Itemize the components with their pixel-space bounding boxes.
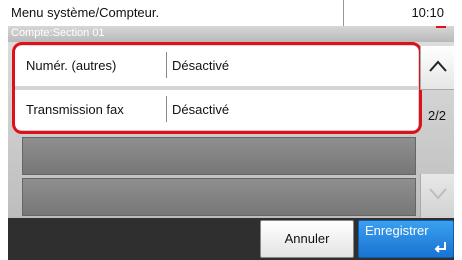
save-button[interactable]: Enregistrer (358, 220, 454, 258)
breadcrumb: Compte:Section 01 (11, 27, 105, 39)
scroll-down-button[interactable] (420, 174, 454, 218)
settings-list: Numér. (autres) Désactivé Transmission f… (8, 42, 454, 218)
page-indicator: 2/2 (427, 108, 447, 123)
list-item-numer-autres[interactable]: Numér. (autres) Désactivé (14, 46, 418, 86)
cancel-button-label: Annuler (284, 231, 330, 246)
chevron-up-icon (429, 60, 447, 72)
clock: 10:10 (411, 5, 444, 20)
title-bar: Menu système/Compteur. (8, 0, 344, 26)
list-item-transmission-fax[interactable]: Transmission fax Désactivé (14, 90, 418, 130)
chevron-down-icon (429, 188, 447, 200)
page-title: Menu système/Compteur. (11, 5, 160, 20)
breadcrumb-bar: Compte:Section 01 (8, 26, 454, 42)
cancel-button[interactable]: Annuler (260, 220, 354, 258)
callout-marker (436, 26, 446, 28)
clock-bar: 10:10 (344, 0, 454, 26)
save-button-label: Enregistrer (365, 223, 429, 238)
divider (166, 52, 167, 78)
list-item-label: Numér. (autres) (26, 58, 117, 73)
list-item-value: Désactivé (172, 102, 230, 117)
scroll-column: 2/2 (420, 46, 454, 218)
empty-list-slot (22, 137, 416, 175)
header: Menu système/Compteur. 10:10 Compte:Sect… (8, 0, 454, 42)
list-item-label: Transmission fax (26, 102, 124, 117)
scroll-up-button[interactable] (420, 46, 454, 90)
empty-list-slot (22, 178, 416, 216)
enter-return-icon (434, 242, 446, 253)
list-item-value: Désactivé (172, 58, 230, 73)
panel-screen: Menu système/Compteur. 10:10 Compte:Sect… (8, 0, 454, 260)
divider (166, 96, 167, 122)
footer-bar: Annuler Enregistrer (8, 218, 454, 260)
